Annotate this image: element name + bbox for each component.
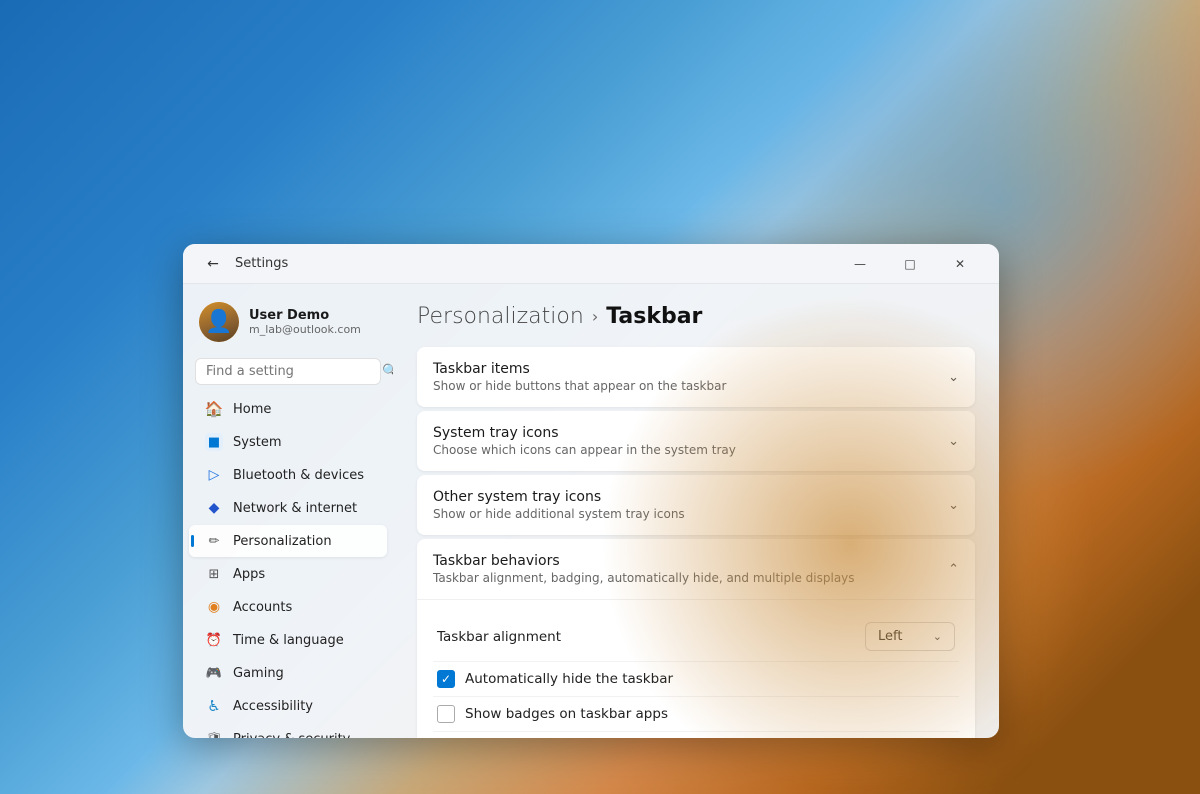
sidebar-item-apps[interactable]: ⊞ Apps xyxy=(189,558,387,590)
system-icon: ■ xyxy=(205,433,223,451)
sidebar-item-personalization-label: Personalization xyxy=(233,534,332,549)
sidebar-item-system-label: System xyxy=(233,435,281,450)
taskbar-behaviors-header[interactable]: Taskbar behaviors Taskbar alignment, bad… xyxy=(417,539,975,600)
avatar xyxy=(199,302,239,342)
breadcrumb-chevron-icon: › xyxy=(592,307,598,326)
other-tray-section: Other system tray icons Show or hide add… xyxy=(417,475,975,535)
sidebar-item-time-label: Time & language xyxy=(233,633,344,648)
sidebar-item-privacy[interactable]: 🛡 Privacy & security xyxy=(189,723,387,738)
maximize-button[interactable]: □ xyxy=(887,248,933,280)
user-email: m_lab@outlook.com xyxy=(249,323,361,336)
system-tray-desc: Choose which icons can appear in the sys… xyxy=(433,443,736,457)
system-tray-section: System tray icons Choose which icons can… xyxy=(417,411,975,471)
taskbar-behaviors-chevron-icon: ⌃ xyxy=(948,562,959,577)
minimize-button[interactable]: — xyxy=(837,248,883,280)
main-content: Personalization › Taskbar Taskbar items … xyxy=(393,284,999,738)
taskbar-items-chevron-icon: ⌄ xyxy=(948,370,959,385)
badges-checkbox[interactable] xyxy=(437,705,455,723)
other-tray-info: Other system tray icons Show or hide add… xyxy=(433,489,685,521)
taskbar-behaviors-section: Taskbar behaviors Taskbar alignment, bad… xyxy=(417,539,975,738)
bluetooth-icon: ▷ xyxy=(205,466,223,484)
user-info: User Demo m_lab@outlook.com xyxy=(249,308,361,336)
behaviors-content: Taskbar alignment Left ⌄ ✓ Automatically… xyxy=(417,600,975,738)
personalization-icon: ✏ xyxy=(205,532,223,550)
home-icon: 🏠 xyxy=(205,400,223,418)
alignment-label: Taskbar alignment xyxy=(437,629,561,645)
autohide-row: ✓ Automatically hide the taskbar xyxy=(433,662,959,697)
search-box[interactable]: 🔍 xyxy=(195,358,381,385)
settings-window: ← Settings — □ ✕ User Demo m_l xyxy=(183,244,999,738)
sidebar-item-gaming-label: Gaming xyxy=(233,666,284,681)
sidebar-item-accounts[interactable]: ◉ Accounts xyxy=(189,591,387,623)
privacy-icon: 🛡 xyxy=(205,730,223,738)
other-tray-title: Other system tray icons xyxy=(433,489,685,505)
system-tray-header[interactable]: System tray icons Choose which icons can… xyxy=(417,411,975,471)
sidebar-item-network-label: Network & internet xyxy=(233,501,357,516)
other-tray-chevron-icon: ⌄ xyxy=(948,498,959,513)
sidebar-item-accounts-label: Accounts xyxy=(233,600,292,615)
sidebar-item-time[interactable]: ⏰ Time & language xyxy=(189,624,387,656)
breadcrumb-current: Taskbar xyxy=(606,304,702,329)
checkmark-icon: ✓ xyxy=(441,672,451,686)
gaming-icon: 🎮 xyxy=(205,664,223,682)
taskbar-items-desc: Show or hide buttons that appear on the … xyxy=(433,379,726,393)
alignment-dropdown[interactable]: Left ⌄ xyxy=(865,622,955,651)
alignment-dropdown-chevron-icon: ⌄ xyxy=(933,630,942,643)
sidebar-item-privacy-label: Privacy & security xyxy=(233,732,350,739)
title-bar: ← Settings — □ ✕ xyxy=(183,244,999,284)
search-input[interactable] xyxy=(206,364,376,379)
autohide-checkbox[interactable]: ✓ xyxy=(437,670,455,688)
flashing-row: Show flashing on taskbar apps xyxy=(433,732,959,738)
taskbar-behaviors-info: Taskbar behaviors Taskbar alignment, bad… xyxy=(433,553,855,585)
alignment-value: Left xyxy=(878,629,902,644)
sidebar-item-bluetooth[interactable]: ▷ Bluetooth & devices xyxy=(189,459,387,491)
sidebar-item-home-label: Home xyxy=(233,402,271,417)
sidebar-item-home[interactable]: 🏠 Home xyxy=(189,393,387,425)
badges-label: Show badges on taskbar apps xyxy=(465,706,668,722)
alignment-row: Taskbar alignment Left ⌄ xyxy=(433,612,959,662)
sidebar-item-bluetooth-label: Bluetooth & devices xyxy=(233,468,364,483)
other-tray-header[interactable]: Other system tray icons Show or hide add… xyxy=(417,475,975,535)
apps-icon: ⊞ xyxy=(205,565,223,583)
close-button[interactable]: ✕ xyxy=(937,248,983,280)
back-button[interactable]: ← xyxy=(199,250,227,278)
sidebar: User Demo m_lab@outlook.com 🔍 🏠 Home ■ S… xyxy=(183,284,393,738)
window-title: Settings xyxy=(235,256,837,271)
system-tray-chevron-icon: ⌄ xyxy=(948,434,959,449)
taskbar-items-section: Taskbar items Show or hide buttons that … xyxy=(417,347,975,407)
taskbar-items-title: Taskbar items xyxy=(433,361,726,377)
window-controls: — □ ✕ xyxy=(837,248,983,280)
sidebar-item-personalization[interactable]: ✏ Personalization xyxy=(189,525,387,557)
breadcrumb-parent: Personalization xyxy=(417,304,584,329)
accessibility-icon: ♿ xyxy=(205,697,223,715)
taskbar-items-header[interactable]: Taskbar items Show or hide buttons that … xyxy=(417,347,975,407)
taskbar-behaviors-desc: Taskbar alignment, badging, automaticall… xyxy=(433,571,855,585)
sidebar-item-accessibility-label: Accessibility xyxy=(233,699,313,714)
taskbar-items-info: Taskbar items Show or hide buttons that … xyxy=(433,361,726,393)
breadcrumb: Personalization › Taskbar xyxy=(417,304,975,329)
user-name: User Demo xyxy=(249,308,361,323)
time-icon: ⏰ xyxy=(205,631,223,649)
taskbar-behaviors-title: Taskbar behaviors xyxy=(433,553,855,569)
search-icon: 🔍 xyxy=(382,364,393,379)
other-tray-desc: Show or hide additional system tray icon… xyxy=(433,507,685,521)
window-content: User Demo m_lab@outlook.com 🔍 🏠 Home ■ S… xyxy=(183,284,999,738)
autohide-label: Automatically hide the taskbar xyxy=(465,671,673,687)
sidebar-item-apps-label: Apps xyxy=(233,567,265,582)
network-icon: ◆ xyxy=(205,499,223,517)
sidebar-item-network[interactable]: ◆ Network & internet xyxy=(189,492,387,524)
system-tray-title: System tray icons xyxy=(433,425,736,441)
sidebar-item-gaming[interactable]: 🎮 Gaming xyxy=(189,657,387,689)
user-profile: User Demo m_lab@outlook.com xyxy=(183,292,393,358)
accounts-icon: ◉ xyxy=(205,598,223,616)
sidebar-item-accessibility[interactable]: ♿ Accessibility xyxy=(189,690,387,722)
badges-row: Show badges on taskbar apps xyxy=(433,697,959,732)
system-tray-info: System tray icons Choose which icons can… xyxy=(433,425,736,457)
sidebar-item-system[interactable]: ■ System xyxy=(189,426,387,458)
